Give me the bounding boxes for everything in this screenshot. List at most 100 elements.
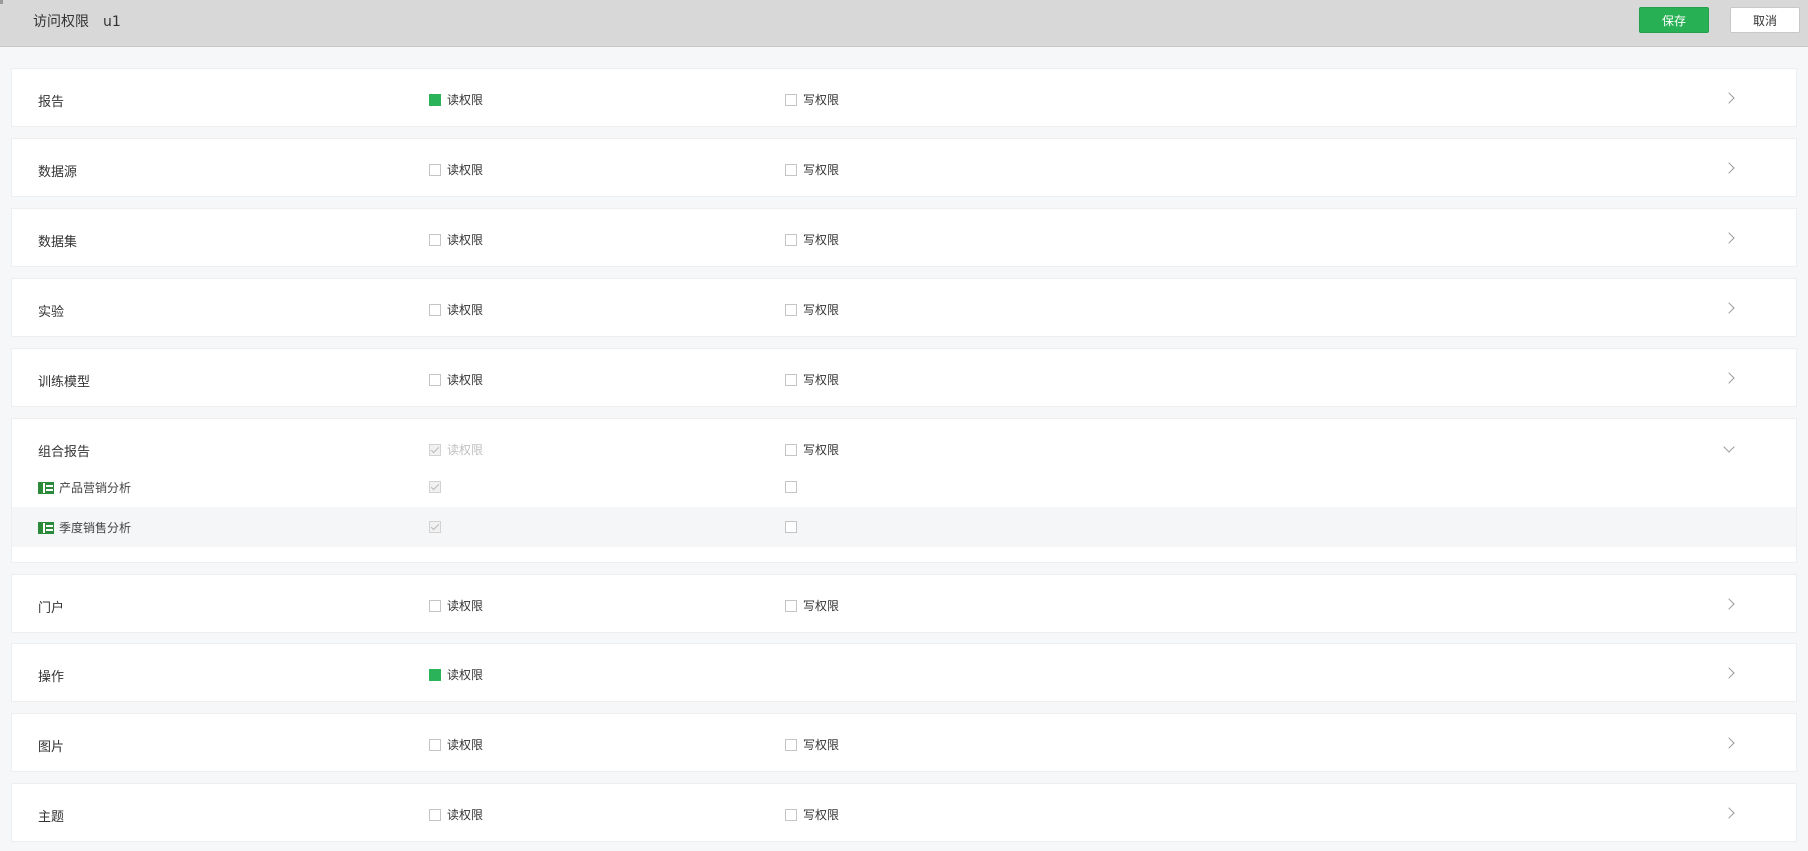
row-0-write-checkbox[interactable] [785,93,797,106]
row-0-read-permission[interactable]: 读权限 [429,91,483,108]
read-permission-label: 读权限 [447,808,484,822]
corner-mark [0,0,3,4]
row-8-read-permission[interactable]: 读权限 [429,736,483,753]
write-permission-label: 写权限 [803,738,840,752]
row-6-read-permission[interactable]: 读权限 [429,597,483,614]
permission-card: 数据集 读权限 写权限 [11,208,1797,267]
permission-category-name: 主题 [38,810,65,825]
permission-card: 报告 读权限 写权限 [11,68,1797,127]
row-1-write-permission[interactable]: 写权限 [785,161,839,178]
row-4-read-checkbox[interactable] [429,373,441,386]
permission-category-name: 图片 [38,740,65,755]
sub-report-row: 产品营销分析 [12,467,1796,507]
sub-write-cell [785,481,803,497]
sub-write-checkbox[interactable] [785,521,797,533]
page-title-text: 访问权限 [33,14,89,30]
sub-read-cell [429,521,447,537]
read-permission-label: 读权限 [447,738,484,752]
row-0-write-permission[interactable]: 写权限 [785,91,839,108]
sub-write-checkbox[interactable] [785,481,797,493]
write-permission-label: 写权限 [803,373,840,387]
permission-category-name: 实验 [38,305,65,320]
page-title: 访问权限 u1 [33,11,121,31]
write-permission-label: 写权限 [803,233,840,247]
row-1-read-permission[interactable]: 读权限 [429,161,483,178]
write-permission-label: 写权限 [803,163,840,177]
sub-read-checkbox [429,521,441,533]
read-permission-label: 读权限 [447,303,484,317]
row-6-write-permission[interactable]: 写权限 [785,597,839,614]
sub-report-item: 产品营销分析 [38,479,131,496]
read-permission-label: 读权限 [447,443,484,457]
row-9-read-checkbox[interactable] [429,808,441,821]
write-permission-label: 写权限 [803,93,840,107]
chevron-right-icon[interactable] [1723,162,1735,174]
chevron-right-icon[interactable] [1723,598,1735,610]
sub-report-name: 产品营销分析 [59,481,132,495]
dashboard-grid-icon [38,481,54,494]
row-1-write-checkbox[interactable] [785,163,797,176]
row-2-read-permission[interactable]: 读权限 [429,231,483,248]
chevron-right-icon[interactable] [1723,667,1735,679]
dashboard-grid-icon [38,521,54,534]
row-3-read-checkbox[interactable] [429,303,441,316]
permission-card: 门户 读权限 写权限 [11,574,1797,633]
permission-category-name: 数据集 [38,235,78,250]
row-2-read-checkbox[interactable] [429,233,441,246]
user-name: u1 [103,14,121,30]
sub-report-row: 季度销售分析 [12,507,1796,547]
row-1-read-checkbox[interactable] [429,163,441,176]
sub-report-item: 季度销售分析 [38,519,131,536]
row-9-write-checkbox[interactable] [785,808,797,821]
sub-report-name: 季度销售分析 [59,521,132,535]
row-2-write-checkbox[interactable] [785,233,797,246]
chevron-right-icon[interactable] [1723,807,1735,819]
read-permission-label: 读权限 [447,668,484,682]
cancel-button[interactable]: 取消 [1730,7,1800,33]
read-permission-label: 读权限 [447,599,484,613]
read-permission-label: 读权限 [447,163,484,177]
permission-category-name: 报告 [38,95,65,110]
row-7-read-permission[interactable]: 读权限 [429,666,483,683]
permission-category-name: 组合报告 [38,445,91,460]
chevron-right-icon[interactable] [1723,92,1735,104]
row-3-write-permission[interactable]: 写权限 [785,301,839,318]
permission-card: 数据源 读权限 写权限 [11,138,1797,197]
chevron-right-icon[interactable] [1723,302,1735,314]
read-permission-label: 读权限 [447,233,484,247]
row-7-read-checkbox[interactable] [429,668,441,681]
permission-category-name: 操作 [38,670,65,685]
permission-card: 实验 读权限 写权限 [11,278,1797,337]
row-4-write-permission[interactable]: 写权限 [785,371,839,388]
row-9-write-permission[interactable]: 写权限 [785,806,839,823]
row-6-read-checkbox[interactable] [429,599,441,612]
row-8-write-checkbox[interactable] [785,738,797,751]
row-9-read-permission[interactable]: 读权限 [429,806,483,823]
row-3-read-permission[interactable]: 读权限 [429,301,483,318]
read-permission-label: 读权限 [447,93,484,107]
row-3-write-checkbox[interactable] [785,303,797,316]
chevron-right-icon[interactable] [1723,232,1735,244]
save-button[interactable]: 保存 [1639,7,1709,33]
permission-category-name: 数据源 [38,165,78,180]
chevron-right-icon[interactable] [1723,372,1735,384]
row-5-write-checkbox[interactable] [785,443,797,456]
permission-card: 训练模型 读权限 写权限 [11,348,1797,407]
chevron-right-icon[interactable] [1723,737,1735,749]
row-5-write-permission[interactable]: 写权限 [785,441,839,458]
row-6-write-checkbox[interactable] [785,599,797,612]
chevron-down-icon[interactable] [1723,441,1735,453]
row-5-read-checkbox [429,443,441,456]
row-5-read-permission: 读权限 [429,441,483,458]
sub-read-cell [429,481,447,497]
row-2-write-permission[interactable]: 写权限 [785,231,839,248]
row-4-read-permission[interactable]: 读权限 [429,371,483,388]
row-8-read-checkbox[interactable] [429,738,441,751]
permission-card: 图片 读权限 写权限 [11,713,1797,772]
sub-read-checkbox [429,481,441,493]
read-permission-label: 读权限 [447,373,484,387]
top-bar: 访问权限 u1 保存 取消 [0,0,1808,47]
row-8-write-permission[interactable]: 写权限 [785,736,839,753]
row-4-write-checkbox[interactable] [785,373,797,386]
row-0-read-checkbox[interactable] [429,93,441,106]
